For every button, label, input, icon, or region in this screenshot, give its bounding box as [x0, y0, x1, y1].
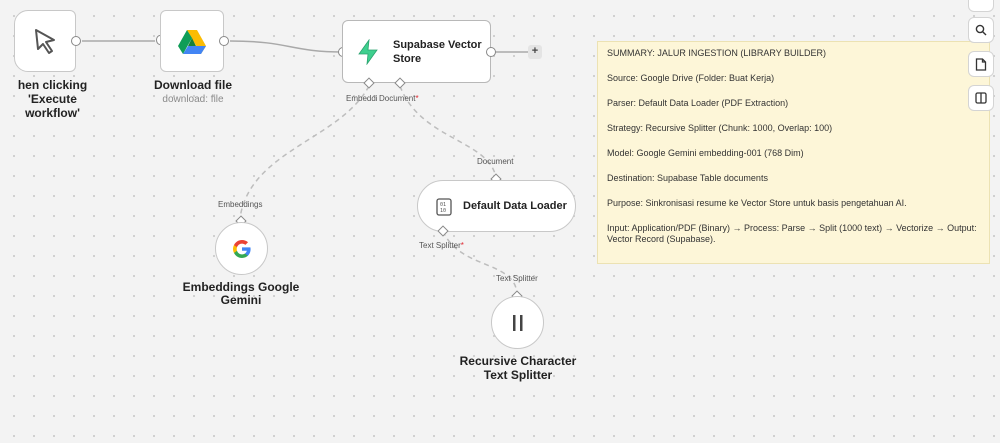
- required-mark: *: [415, 94, 419, 103]
- loader-text-splitter-label: Text Splitter*: [419, 241, 464, 250]
- google-drive-icon: [178, 30, 206, 54]
- required-mark: *: [460, 241, 464, 250]
- recursive-text-splitter-node[interactable]: [491, 296, 544, 349]
- download-file-node[interactable]: [160, 10, 224, 72]
- default-data-loader-node[interactable]: 01 10 Default Data Loader: [417, 180, 576, 232]
- embeddings-port-label: Embeddings: [218, 200, 263, 209]
- search-button[interactable]: [968, 17, 994, 43]
- sticky-note-line: Destination: Supabase Table documents: [607, 173, 768, 183]
- sticky-note-line: Source: Google Drive (Folder: Buat Kerja…: [607, 73, 775, 83]
- add-sticky-note-button[interactable]: [968, 51, 994, 77]
- sticky-note-line: Model: Google Gemini embedding-001 (768 …: [607, 148, 804, 158]
- download-node-title: Download file: [154, 78, 232, 92]
- loader-node-title: Default Data Loader: [463, 200, 567, 212]
- supabase-output-port[interactable]: [486, 47, 496, 57]
- sticky-note-line: SUMMARY: JALUR INGESTION (LIBRARY BUILDE…: [607, 48, 827, 58]
- embeddings-node-title-line2: Gemini: [220, 293, 262, 307]
- toolbar-top-button[interactable]: [968, 0, 994, 12]
- search-icon: [975, 24, 987, 36]
- loader-input-port-label: Document: [477, 157, 514, 166]
- cursor-icon: [35, 29, 55, 54]
- connection-embeddings-supabase: [239, 85, 370, 219]
- supabase-node-title-line2: Store: [393, 53, 422, 65]
- connection-download-supabase: [229, 40, 344, 53]
- trigger-node-title: hen clicking 'Execute workflow': [17, 78, 88, 120]
- split-bars-icon: [513, 315, 523, 331]
- supabase-icon: [358, 39, 378, 65]
- sticky-note-line: Purpose: Sinkronisasi resume ke Vector S…: [607, 198, 907, 208]
- svg-text:10: 10: [440, 208, 446, 214]
- embeddings-node-title-line1: Embeddings Google: [182, 280, 300, 294]
- sticky-note-line: Strategy: Recursive Splitter (Chunk: 100…: [607, 123, 833, 133]
- toggle-panel-button[interactable]: [968, 85, 994, 111]
- sticky-note-line: Parser: Default Data Loader (PDF Extract…: [607, 98, 789, 108]
- trigger-node[interactable]: [14, 10, 76, 72]
- trigger-output-port[interactable]: [71, 36, 81, 46]
- download-node-subtitle: download: file: [162, 94, 224, 105]
- download-output-port[interactable]: [219, 36, 229, 46]
- supabase-node-title-line1: Supabase Vector: [393, 39, 482, 51]
- splitter-node-title-line1: Recursive Character: [459, 354, 577, 368]
- add-node-button[interactable]: +: [528, 45, 542, 59]
- panel-toggle-icon: [975, 92, 987, 104]
- splitter-port-label: Text Splitter: [496, 274, 538, 283]
- sticky-note-icon: [975, 57, 987, 71]
- splitter-node-title-line2: Text Splitter: [483, 368, 553, 382]
- sticky-note[interactable]: SUMMARY: JALUR INGESTION (LIBRARY BUILDE…: [597, 41, 990, 264]
- document-label-text: Document: [379, 94, 416, 103]
- sticky-note-line: Input: Application/PDF (Binary) → Proces…: [607, 223, 977, 244]
- supabase-document-port-label: Document*: [379, 94, 419, 103]
- supabase-vector-store-node[interactable]: Supabase Vector Store: [342, 20, 491, 83]
- supabase-embedding-port-label: Embeddi: [346, 94, 378, 103]
- google-g-icon: [233, 240, 251, 258]
- binary-file-icon: 01 10: [436, 198, 452, 216]
- embeddings-google-gemini-node[interactable]: [215, 222, 268, 275]
- text-splitter-label-text: Text Splitter: [419, 241, 461, 250]
